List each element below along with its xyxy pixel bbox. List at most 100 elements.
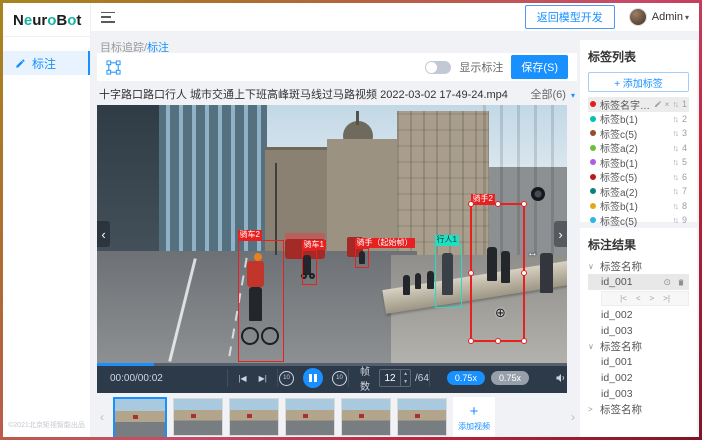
resize-handle[interactable] (468, 201, 474, 207)
sidebar-item-annotation[interactable]: 标注 (3, 51, 90, 75)
sort-icon[interactable]: ↑↓ (672, 186, 677, 196)
label-list-title: 标签列表 (588, 48, 689, 65)
sort-icon[interactable]: ↑↓ (672, 128, 677, 138)
save-button[interactable]: 保存(S) (511, 55, 568, 79)
crosshair-cursor-icon: ⊕ (495, 305, 506, 321)
video-thumbnail[interactable] (341, 398, 391, 436)
collapse-menu-icon[interactable] (101, 12, 115, 23)
prev-video-arrow[interactable]: ‹ (97, 221, 110, 247)
label-list-card: 标签列表 + 添加标签 标签名字最长数... × ↑↓ 1 标签b(1) ↑↓ (580, 40, 697, 222)
last-frame-button[interactable]: >| (663, 294, 670, 303)
chevron-down-icon: ▾ (571, 91, 575, 100)
label-row[interactable]: 标签b(1) ↑↓ 5 (588, 155, 689, 170)
chevron-down-icon: ∨ (588, 342, 600, 351)
result-group[interactable]: ∨ 标签名称 (588, 259, 689, 274)
frame-count-label: 帧数 (360, 363, 375, 393)
label-row[interactable]: 标签c(5) ↑↓ 9 (588, 213, 689, 228)
bounding-box-selected[interactable]: 骑手2 (470, 203, 525, 342)
thumbs-prev-arrow[interactable]: ‹ (100, 410, 104, 424)
filter-dropdown[interactable]: 全部(6) ▾ (530, 86, 575, 102)
delete-icon[interactable]: × (665, 99, 670, 109)
label-row[interactable]: 标签c(5) ↑↓ 6 (588, 170, 689, 185)
label-color-dot (590, 174, 596, 180)
label-row[interactable]: 标签b(1) ↑↓ 8 (588, 199, 689, 214)
pause-button[interactable] (303, 368, 323, 388)
video-thumbnail[interactable] (173, 398, 223, 436)
sort-icon[interactable]: ↑↓ (672, 114, 677, 124)
result-item[interactable]: id_002 (588, 370, 689, 386)
result-item[interactable]: id_003 (588, 323, 689, 339)
video-thumbnail[interactable] (285, 398, 335, 436)
frame-down-icon[interactable]: ▼ (401, 378, 410, 386)
user-name[interactable]: Admin (652, 11, 683, 23)
next-video-arrow[interactable]: › (554, 221, 567, 247)
result-item-selected[interactable]: id_001 ⊙ (588, 274, 689, 290)
result-tree: ∨ 标签名称 id_001 ⊙ |< < > >| id_002 (588, 259, 689, 417)
sort-icon[interactable]: ↑↓ (672, 157, 677, 167)
track-icon[interactable]: ⊙ (663, 277, 671, 288)
sort-icon[interactable]: ↑↓ (672, 215, 677, 225)
add-video-button[interactable]: + 添加视频 (453, 397, 495, 437)
frame-stepper[interactable]: 12 ▲ ▼ (379, 369, 411, 387)
result-group[interactable]: ∨ 标签名称 (588, 339, 689, 354)
resize-handle[interactable] (468, 338, 474, 344)
rewind-10-button[interactable]: 10 (279, 371, 294, 386)
bounding-box[interactable]: 行人1 (435, 245, 462, 308)
video-thumbnail[interactable] (397, 398, 447, 436)
frame-input[interactable]: 12 (380, 370, 400, 386)
chevron-right-icon: > (588, 405, 600, 414)
resize-handle[interactable] (521, 270, 527, 276)
progress-bar[interactable] (97, 363, 567, 366)
thumbnail-strip: ‹ + 添加视频 › (97, 398, 577, 437)
box-label: 行人1 (435, 235, 459, 245)
annotation-result-card: 标注结果 ∨ 标签名称 id_001 ⊙ |< < > (580, 228, 697, 437)
sidebar: NeuroBot 标注 ©2021北京矩视智能出品 (3, 3, 91, 437)
speed-pill-active[interactable]: 0.75x (447, 371, 485, 385)
forward-10-button[interactable]: 10 (332, 371, 347, 386)
resize-handle[interactable] (495, 338, 501, 344)
resize-handle[interactable] (521, 338, 527, 344)
label-color-dot (590, 217, 596, 223)
next-frame-button[interactable]: ▶| (259, 374, 267, 383)
bounding-box[interactable]: 骑车2 (238, 240, 284, 362)
result-group-collapsed[interactable]: > 标签名称 (588, 402, 689, 417)
bounding-box[interactable]: 骑手（起始帧） (355, 248, 369, 268)
label-row[interactable]: 标签名字最长数... × ↑↓ 1 (588, 97, 689, 112)
box-label: 骑车2 (238, 230, 262, 240)
next-frame-button[interactable]: > (650, 294, 655, 303)
bounding-box[interactable]: 骑车1 (302, 250, 317, 285)
edit-icon[interactable] (654, 100, 662, 108)
sort-icon[interactable]: ↑↓ (672, 201, 677, 211)
add-label-button[interactable]: + 添加标签 (588, 72, 689, 92)
label-row[interactable]: 标签b(1) ↑↓ 2 (588, 112, 689, 127)
rect-select-tool-icon[interactable] (106, 60, 121, 75)
volume-icon[interactable] (555, 372, 567, 384)
result-item[interactable]: id_002 (588, 307, 689, 323)
result-item[interactable]: id_001 (588, 354, 689, 370)
resize-handle[interactable] (495, 201, 501, 207)
label-row[interactable]: 标签a(2) ↑↓ 7 (588, 184, 689, 199)
video-thumbnail-selected[interactable] (113, 397, 167, 437)
back-to-model-dev-button[interactable]: 返回模型开发 (525, 5, 615, 29)
video-title-row: 十字路口路口行人 城市交通上下班高峰斑马线过马路视频 2022-03-02 17… (99, 86, 575, 102)
resize-handle[interactable] (521, 201, 527, 207)
prev-frame-button[interactable]: < (636, 294, 641, 303)
sort-icon[interactable]: ↑↓ (672, 99, 677, 109)
prev-frame-button[interactable]: |◀ (238, 374, 246, 383)
sort-icon[interactable]: ↑↓ (672, 143, 677, 153)
frame-up-icon[interactable]: ▲ (401, 370, 410, 378)
trash-icon[interactable] (677, 278, 685, 287)
result-item[interactable]: id_003 (588, 386, 689, 402)
sort-icon[interactable]: ↑↓ (672, 172, 677, 182)
speed-pill[interactable]: 0.75x (491, 371, 529, 385)
user-avatar[interactable] (629, 8, 647, 26)
show-annotation-toggle[interactable] (425, 61, 451, 74)
thumbs-next-arrow[interactable]: › (571, 410, 575, 424)
plus-icon: + (470, 405, 479, 419)
video-frame[interactable]: 骑车2 骑车1 骑手（起始帧） 行人1 骑手2 (97, 105, 567, 363)
video-thumbnail[interactable] (229, 398, 279, 436)
label-row[interactable]: 标签a(2) ↑↓ 4 (588, 141, 689, 156)
resize-handle[interactable] (468, 270, 474, 276)
label-row[interactable]: 标签c(5) ↑↓ 3 (588, 126, 689, 141)
first-frame-button[interactable]: |< (620, 294, 627, 303)
